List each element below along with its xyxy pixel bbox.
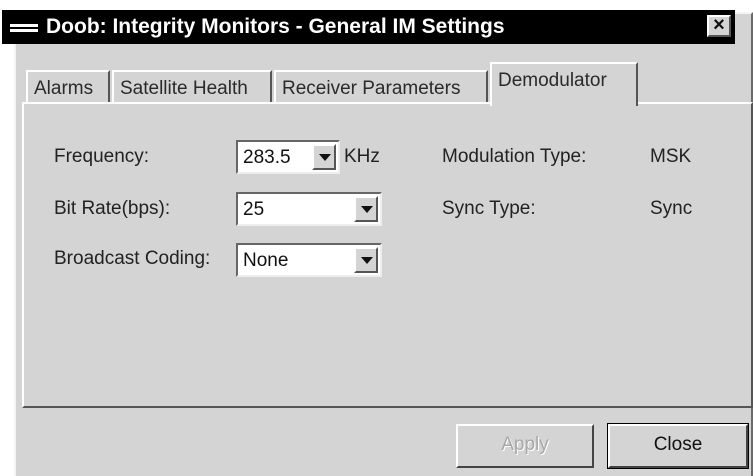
tab-label: Demodulator (498, 70, 607, 91)
tab-label: Receiver Parameters (282, 78, 461, 99)
tab-satellite-health[interactable]: Satellite Health (112, 70, 272, 104)
chevron-down-icon[interactable] (312, 144, 336, 170)
tab-receiver-parameters[interactable]: Receiver Parameters (274, 70, 488, 104)
apply-button[interactable]: Apply (456, 424, 594, 468)
sync-type-value: Sync (650, 198, 693, 219)
frequency-unit: KHz (344, 146, 380, 167)
close-icon[interactable]: × (707, 15, 731, 37)
tab-label: Satellite Health (120, 78, 248, 99)
title-bar[interactable]: Doob: Integrity Monitors - General IM Se… (2, 10, 735, 44)
bit-rate-label: Bit Rate(bps): (54, 198, 171, 219)
broadcast-coding-label: Broadcast Coding: (54, 248, 211, 269)
sync-type-label: Sync Type: (442, 198, 536, 219)
modulation-type-value: MSK (650, 146, 692, 167)
close-button[interactable]: Close (607, 423, 749, 469)
frequency-value: 283.5 (243, 147, 291, 168)
broadcast-coding-value: None (243, 250, 289, 271)
tab-label: Alarms (34, 78, 94, 99)
window-title: Doob: Integrity Monitors - General IM Se… (46, 15, 505, 38)
broadcast-coding-select[interactable]: None (236, 243, 382, 277)
bit-rate-value: 25 (243, 199, 265, 220)
modulation-type-label: Modulation Type: (442, 146, 587, 167)
frequency-select[interactable]: 283.5 (236, 140, 340, 174)
chevron-down-icon[interactable] (354, 196, 378, 222)
chevron-down-icon[interactable] (354, 247, 378, 273)
system-menu-icon[interactable] (10, 19, 40, 35)
bit-rate-select[interactable]: 25 (236, 192, 382, 226)
tab-demodulator[interactable]: Demodulator (490, 62, 638, 106)
frequency-label: Frequency: (54, 146, 150, 167)
tab-alarms[interactable]: Alarms (26, 70, 110, 104)
